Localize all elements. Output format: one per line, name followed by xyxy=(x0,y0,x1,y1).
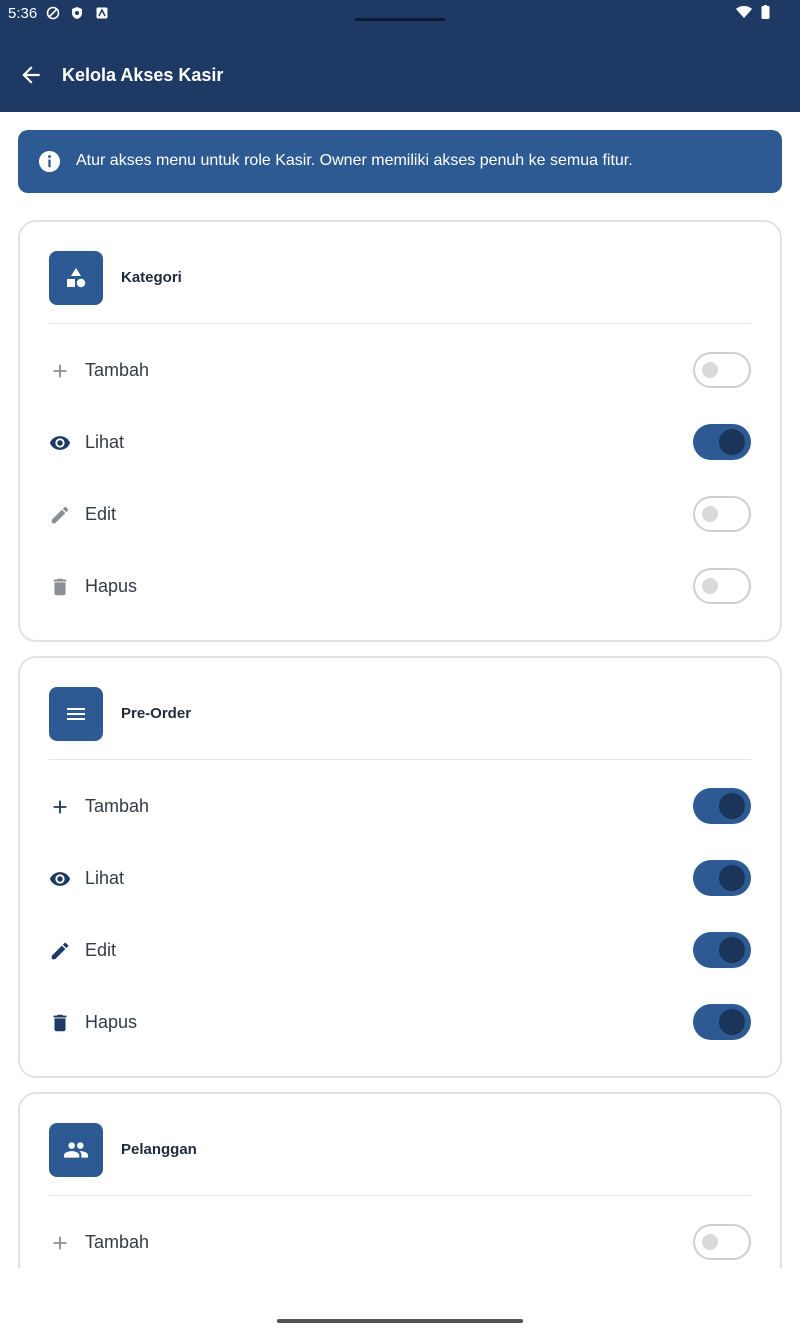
section-title: Pelanggan xyxy=(121,1141,197,1158)
permission-label: Edit xyxy=(85,940,117,960)
trash-icon xyxy=(53,578,67,596)
permission-label: Tambah xyxy=(85,360,150,380)
permission-row-lihat: Lihat xyxy=(49,424,751,464)
battery-icon xyxy=(761,5,770,19)
section-header: Pelanggan xyxy=(49,1123,751,1196)
menu-lines-icon xyxy=(49,687,103,741)
plus-icon xyxy=(53,800,67,814)
people-icon xyxy=(49,1123,103,1177)
eye-icon xyxy=(49,436,71,450)
section-card-pelanggan: Pelanggan Tambah xyxy=(18,1092,782,1268)
section-header: Pre-Order xyxy=(49,687,751,760)
permission-row-tambah: Tambah xyxy=(49,352,751,392)
back-arrow-icon[interactable] xyxy=(18,62,44,88)
camera-notch xyxy=(355,18,445,21)
plus-icon xyxy=(53,1236,67,1250)
permission-toggle[interactable] xyxy=(693,788,751,824)
pencil-icon xyxy=(51,942,69,960)
permission-toggle[interactable] xyxy=(693,1004,751,1040)
status-right-icons xyxy=(735,5,770,19)
permission-row-tambah: Tambah xyxy=(49,1224,751,1264)
plus-icon xyxy=(53,364,67,378)
permission-label: Hapus xyxy=(85,576,138,596)
scroll-viewport-clip: Pelanggan Tambah xyxy=(0,1080,800,1268)
permission-toggle[interactable] xyxy=(693,568,751,604)
permission-label: Tambah xyxy=(85,1232,150,1252)
permission-label: Edit xyxy=(85,504,117,524)
section-card-kategori: Kategori Tambah Lihat Edit Hapus xyxy=(18,220,782,642)
pencil-icon xyxy=(51,506,69,524)
status-bar: 5:36 xyxy=(0,0,800,30)
info-icon xyxy=(38,150,61,173)
permission-toggle[interactable] xyxy=(693,932,751,968)
permission-toggle[interactable] xyxy=(693,1224,751,1260)
trash-icon xyxy=(53,1014,67,1032)
wifi-icon xyxy=(736,6,752,18)
app-bar: Kelola Akses Kasir xyxy=(0,30,800,112)
permission-row-edit: Edit xyxy=(49,496,751,536)
section-title: Pre-Order xyxy=(121,705,192,722)
dnd-icon xyxy=(46,6,60,20)
permission-row-tambah: Tambah xyxy=(49,788,751,828)
info-text: Atur akses menu untuk role Kasir. Owner … xyxy=(76,152,633,169)
section-header: Kategori xyxy=(49,251,751,324)
permission-toggle[interactable] xyxy=(693,860,751,896)
permission-label: Lihat xyxy=(85,868,125,888)
category-shapes-icon xyxy=(49,251,103,305)
permission-toggle[interactable] xyxy=(693,352,751,388)
permission-row-hapus: Hapus xyxy=(49,1004,751,1044)
permission-row-edit: Edit xyxy=(49,932,751,972)
status-time: 5:36 xyxy=(8,5,38,22)
page-title: Kelola Akses Kasir xyxy=(62,65,224,85)
permission-label: Tambah xyxy=(85,796,150,816)
app-notification-icon xyxy=(96,7,108,19)
shield-icon xyxy=(72,7,82,19)
section-title: Kategori xyxy=(121,269,182,286)
permission-row-lihat: Lihat xyxy=(49,860,751,900)
permission-row-hapus: Hapus xyxy=(49,568,751,608)
info-banner: Atur akses menu untuk role Kasir. Owner … xyxy=(18,130,782,193)
eye-icon xyxy=(49,872,71,886)
permission-label: Lihat xyxy=(85,432,125,452)
permission-label: Hapus xyxy=(85,1012,138,1032)
permission-toggle[interactable] xyxy=(693,424,751,460)
permission-toggle[interactable] xyxy=(693,496,751,532)
gesture-home-bar[interactable] xyxy=(277,1319,523,1323)
section-card-pre-order: Pre-Order Tambah Lihat Edit Hapus xyxy=(18,656,782,1078)
